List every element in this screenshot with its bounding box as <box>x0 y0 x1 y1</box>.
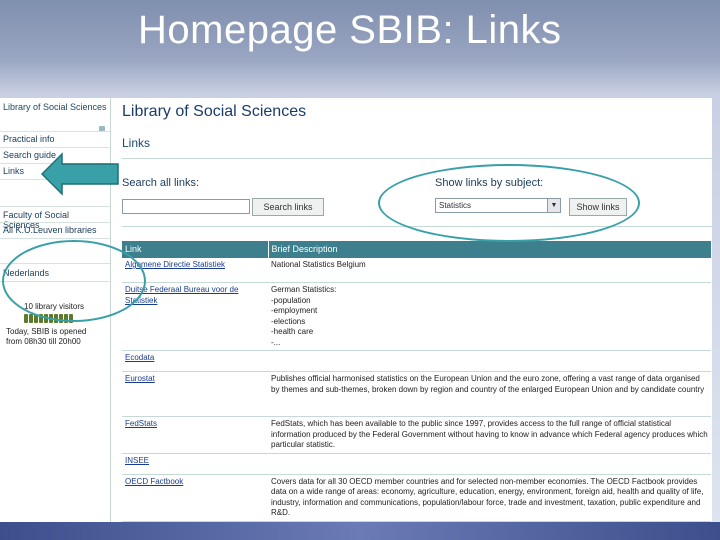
divider <box>0 238 110 239</box>
opening-hours: Today, SBIB is opened from 08h30 till 20… <box>6 327 87 346</box>
show-links-button[interactable]: Show links <box>569 198 627 216</box>
slide-bottom-band <box>0 522 720 540</box>
table-row: Ecodata <box>122 350 711 372</box>
row-description: -employment <box>271 306 318 315</box>
row-description: German Statistics: <box>271 285 337 294</box>
search-links-button[interactable]: Search links <box>252 198 324 216</box>
search-label: Search all links: <box>122 177 200 189</box>
sidebar-item-all-libraries[interactable]: All K.U.Leuven libraries <box>3 225 107 235</box>
divider <box>0 179 110 180</box>
divider <box>122 226 712 227</box>
link-duitse-federaal[interactable]: Duitse Federaal Bureau voor de Statistie… <box>125 285 238 305</box>
row-description: -population <box>271 295 311 305</box>
link-ecodata[interactable]: Ecodata <box>125 353 154 362</box>
link-oecd-factbook[interactable]: OECD Factbook <box>125 477 183 486</box>
links-table: Link Brief Description Algemene Directie… <box>122 241 711 522</box>
divider <box>0 163 110 164</box>
table-row: FedStats FedStats, which has been availa… <box>122 416 711 454</box>
search-input[interactable] <box>122 199 250 214</box>
link-algemene-directie[interactable]: Algemene Directie Statistiek <box>125 260 225 269</box>
main-content: Library of Social Sciences Links Search … <box>122 98 712 524</box>
divider <box>0 222 110 223</box>
link-insee[interactable]: INSEE <box>125 456 149 465</box>
visitors-bar-icon <box>24 314 102 323</box>
link-eurostat[interactable]: Eurostat <box>125 374 155 383</box>
sidebar-brand[interactable]: Library of Social Sciences <box>3 102 107 132</box>
row-description: Publishes official harmonised statistics… <box>271 374 705 394</box>
divider <box>0 206 110 207</box>
divider <box>0 281 110 282</box>
divider <box>122 158 712 159</box>
row-description: -... <box>271 337 281 347</box>
slide-title: Homepage SBIB: Links <box>138 8 562 52</box>
row-description: National Statistics Belgium <box>271 260 366 269</box>
chevron-down-icon[interactable]: ▼ <box>547 199 560 212</box>
sidebar-brand-label: Library of Social Sciences <box>3 102 107 112</box>
link-fedstats[interactable]: FedStats <box>125 419 157 428</box>
website-screenshot: Library of Social Sciences Practical inf… <box>0 98 712 524</box>
column-header-link: Link <box>122 241 268 258</box>
subject-select[interactable]: Statistics ▼ <box>435 198 561 213</box>
row-description: Covers data for all 30 OECD member count… <box>271 476 704 518</box>
sidebar-item-search-guide[interactable]: Search guide <box>3 150 107 160</box>
library-visitors-widget: 10 library visitors Today, SBIB is opene… <box>6 302 102 364</box>
table-row: Eurostat Publishes official harmonised s… <box>122 371 711 417</box>
table-row: OECD Factbook Covers data for all 30 OEC… <box>122 474 711 522</box>
row-description: FedStats, which has been available to th… <box>271 419 708 449</box>
row-description: -elections <box>271 316 306 326</box>
column-header-description: Brief Description <box>267 241 711 258</box>
row-description: -health care <box>271 327 314 336</box>
table-row: INSEE <box>122 453 711 475</box>
divider <box>0 147 110 148</box>
table-row: Algemene Directie Statistiek National St… <box>122 258 711 283</box>
sidebar-item-nederlands[interactable]: Nederlands <box>3 268 107 278</box>
subject-selected-value: Statistics <box>439 201 472 210</box>
table-header-row: Link Brief Description <box>122 241 711 258</box>
site-title: Library of Social Sciences <box>122 103 307 120</box>
subject-label: Show links by subject: <box>435 177 544 189</box>
divider <box>0 131 110 132</box>
visitors-count: 10 library visitors <box>24 302 85 311</box>
divider <box>0 263 110 264</box>
table-row: Duitse Federaal Bureau voor de Statistie… <box>122 282 711 351</box>
sidebar-item-links[interactable]: Links <box>3 166 107 176</box>
sidebar: Library of Social Sciences Practical inf… <box>0 98 111 524</box>
page-title: Links <box>122 136 151 150</box>
sidebar-item-practical-info[interactable]: Practical info <box>3 134 107 144</box>
